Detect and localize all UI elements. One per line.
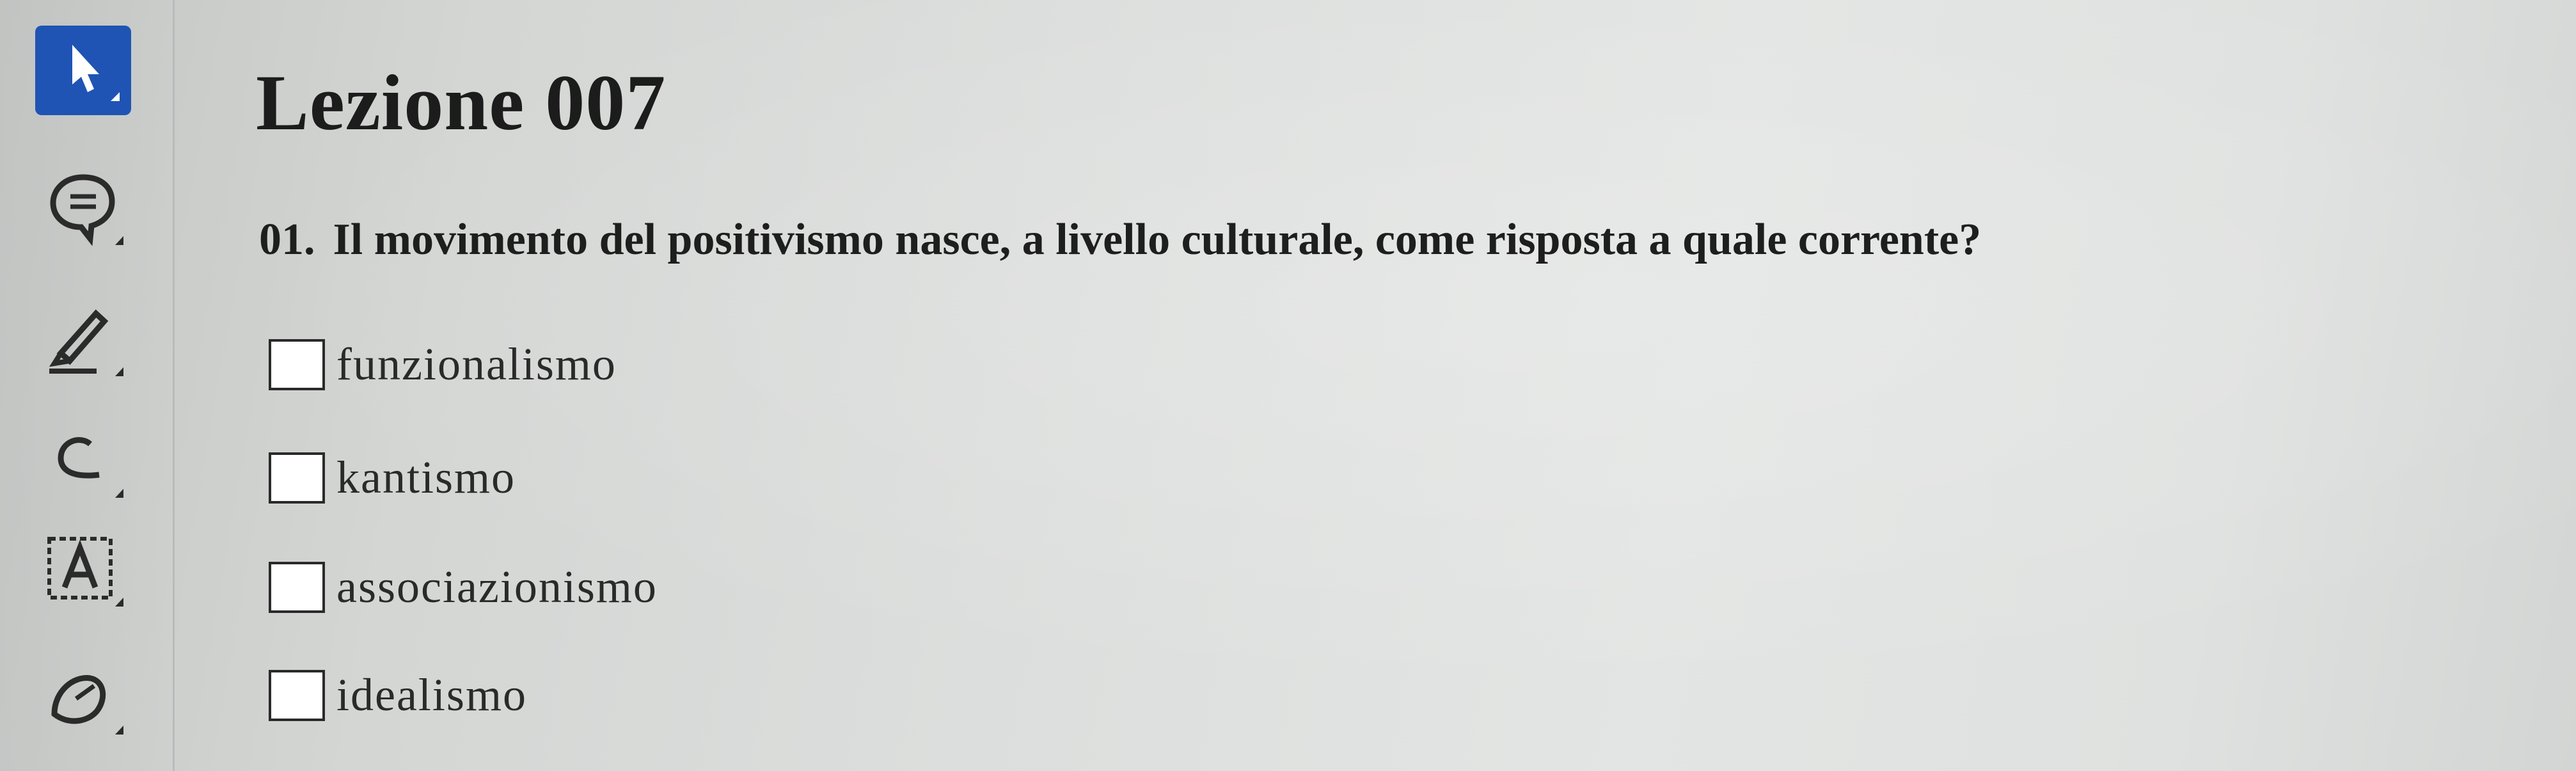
question-text: Il movimento del positivismo nasce, a li…	[333, 215, 1982, 264]
answer-option[interactable]: idealismo	[269, 669, 527, 722]
question-number: 01.	[259, 215, 315, 264]
answer-checkbox[interactable]	[269, 452, 325, 504]
answer-checkbox[interactable]	[269, 669, 325, 721]
lesson-title: Lezione 007	[256, 59, 667, 147]
eraser-tool-button[interactable]	[35, 416, 131, 505]
answer-option-label: associazionismo	[336, 561, 658, 612]
shape-tool-button[interactable]	[35, 653, 131, 742]
highlighter-tool-button[interactable]	[35, 294, 131, 384]
eraser-icon	[58, 437, 123, 498]
select-tool-button[interactable]	[35, 26, 131, 115]
answer-checkbox[interactable]	[269, 338, 325, 390]
highlighter-icon	[49, 309, 123, 376]
answer-option-label: funzionalismo	[336, 338, 617, 390]
comment-icon	[50, 174, 123, 246]
answer-option[interactable]: associazionismo	[269, 560, 658, 614]
answer-option[interactable]: funzionalismo	[269, 338, 617, 391]
shape-icon	[51, 675, 123, 735]
answer-option-label: idealismo	[336, 669, 527, 720]
answer-option[interactable]: kantismo	[269, 451, 516, 504]
text-box-tool-button[interactable]	[35, 525, 131, 614]
text-box-icon	[47, 537, 123, 607]
answer-option-label: kantismo	[336, 452, 516, 503]
comment-tool-button[interactable]	[35, 163, 131, 253]
select-arrow-icon	[72, 45, 120, 101]
question-prompt: 01. Il movimento del positivismo nasce, …	[259, 214, 1981, 266]
answer-checkbox[interactable]	[269, 561, 325, 613]
annotation-toolbar	[0, 0, 175, 771]
